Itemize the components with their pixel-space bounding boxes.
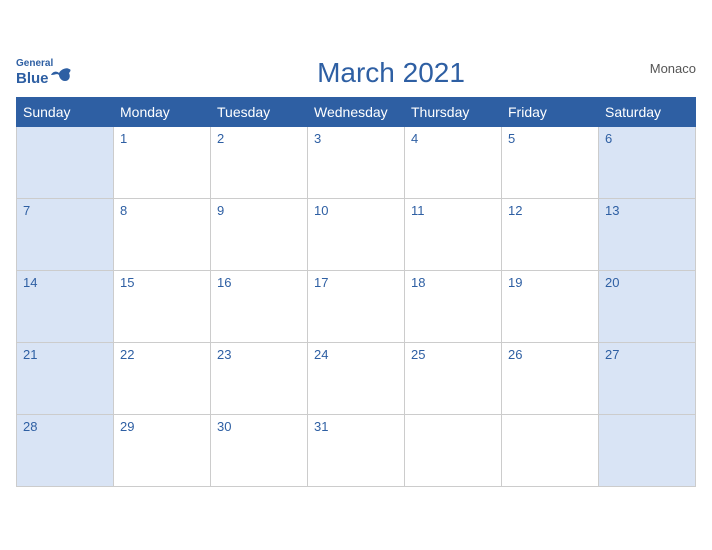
calendar-day: 16: [211, 271, 308, 343]
calendar-day: 11: [405, 199, 502, 271]
calendar-day: 9: [211, 199, 308, 271]
calendar-day: 10: [308, 199, 405, 271]
calendar-day: 12: [502, 199, 599, 271]
logo-blue: Blue: [16, 69, 71, 89]
header-sunday: Sunday: [17, 98, 114, 127]
logo: General Blue: [16, 58, 86, 89]
calendar-day: 25: [405, 343, 502, 415]
calendar-day: 2: [211, 127, 308, 199]
calendar-day: [17, 127, 114, 199]
calendar-day: 18: [405, 271, 502, 343]
header-thursday: Thursday: [405, 98, 502, 127]
calendar-day: [599, 415, 696, 487]
calendar-day: 7: [17, 199, 114, 271]
calendar-day: 29: [114, 415, 211, 487]
week-row-3: 14151617181920: [17, 271, 696, 343]
calendar-day: 15: [114, 271, 211, 343]
calendar-header: General Blue March 2021 Monaco: [16, 57, 696, 89]
calendar-day: 14: [17, 271, 114, 343]
calendar-day: 30: [211, 415, 308, 487]
calendar-day: 8: [114, 199, 211, 271]
calendar-title: March 2021: [86, 57, 696, 89]
calendar-day: 6: [599, 127, 696, 199]
calendar-day: 22: [114, 343, 211, 415]
calendar-container: General Blue March 2021 Monaco Sunday Mo…: [0, 47, 712, 503]
country-label: Monaco: [650, 61, 696, 76]
calendar-day: [502, 415, 599, 487]
day-headers-row: Sunday Monday Tuesday Wednesday Thursday…: [17, 98, 696, 127]
calendar-day: 20: [599, 271, 696, 343]
calendar-day: 26: [502, 343, 599, 415]
calendar-day: 31: [308, 415, 405, 487]
header-wednesday: Wednesday: [308, 98, 405, 127]
calendar-body: 1234567891011121314151617181920212223242…: [17, 127, 696, 487]
calendar-day: 13: [599, 199, 696, 271]
calendar-day: 27: [599, 343, 696, 415]
calendar-day: 19: [502, 271, 599, 343]
week-row-1: 123456: [17, 127, 696, 199]
calendar-day: 23: [211, 343, 308, 415]
header-tuesday: Tuesday: [211, 98, 308, 127]
header-friday: Friday: [502, 98, 599, 127]
calendar-day: 24: [308, 343, 405, 415]
logo-general: General: [16, 58, 53, 69]
bird-icon: [51, 67, 71, 87]
week-row-5: 28293031: [17, 415, 696, 487]
calendar-day: 4: [405, 127, 502, 199]
calendar-day: 1: [114, 127, 211, 199]
header-monday: Monday: [114, 98, 211, 127]
week-row-4: 21222324252627: [17, 343, 696, 415]
calendar-day: 5: [502, 127, 599, 199]
calendar-day: 21: [17, 343, 114, 415]
calendar-day: 17: [308, 271, 405, 343]
calendar-table: Sunday Monday Tuesday Wednesday Thursday…: [16, 97, 696, 487]
header-saturday: Saturday: [599, 98, 696, 127]
week-row-2: 78910111213: [17, 199, 696, 271]
calendar-day: 28: [17, 415, 114, 487]
calendar-day: [405, 415, 502, 487]
calendar-day: 3: [308, 127, 405, 199]
